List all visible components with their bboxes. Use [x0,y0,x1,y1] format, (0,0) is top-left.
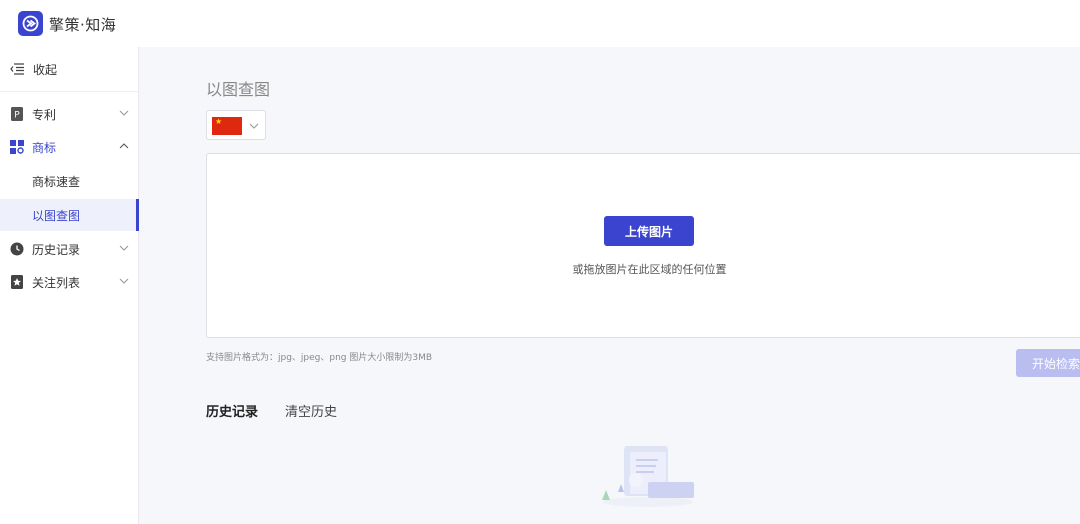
collapse-label: 收起 [33,62,58,77]
tab-history[interactable]: 历史记录 [206,401,258,420]
sidebar-item-trademark-quick-search[interactable]: 商标速查 [0,165,139,197]
collapse-button[interactable]: 收起 [0,47,139,92]
sidebar-item-watchlist[interactable]: 关注列表 [0,266,139,298]
sidebar-item-label: 关注列表 [32,275,81,290]
menu-fold-icon [10,63,24,75]
format-hint: 支持图片格式为：jpg、jpeg、png 图片大小限制为3MB [206,353,433,363]
sidebar-item-history[interactable]: 历史记录 [0,233,139,265]
sidebar-item-label: 商标 [32,140,57,155]
country-select[interactable]: ★ [206,110,266,140]
sidebar-item-trademark[interactable]: 商标 [0,131,139,163]
clear-history-button[interactable]: 清空历史 [285,401,337,420]
china-flag-icon: ★ [212,117,242,135]
patent-icon: P [10,107,24,121]
sidebar-item-label: 商标速查 [32,174,81,189]
upload-dropzone[interactable]: 上传图片 或拖放图片在此区域的任何位置 [206,153,1080,338]
upload-image-button[interactable]: 上传图片 [604,216,694,246]
chevron-down-icon [119,278,129,284]
chevron-up-icon [119,143,129,149]
top-bar: 擎策·知海 [0,0,1080,47]
svg-text:P: P [14,111,20,121]
page-title: 以图查图 [206,80,271,99]
start-search-button[interactable]: 开始检索 [1016,349,1080,377]
sidebar-item-label: 专利 [32,107,57,122]
chevron-down-icon [249,123,259,129]
sidebar-item-image-search[interactable]: 以图查图 [0,199,139,231]
clock-icon [10,242,24,256]
sidebar-item-patent[interactable]: P 专利 [0,98,139,130]
sidebar-item-label: 历史记录 [32,242,81,257]
sidebar: 收起 P 专利 商标 商标速查 以图查图 历史记录 关注列表 [0,47,139,524]
trademark-icon [10,140,24,154]
star-bookmark-icon [10,275,24,289]
logo-icon[interactable] [18,11,43,36]
chevron-down-icon [119,245,129,251]
app-title: 擎策·知海 [49,16,117,34]
upload-hint: 或拖放图片在此区域的任何位置 [572,263,727,276]
sidebar-item-label: 以图查图 [32,208,81,223]
chevron-down-icon [119,110,129,116]
empty-state-illustration [598,440,698,510]
